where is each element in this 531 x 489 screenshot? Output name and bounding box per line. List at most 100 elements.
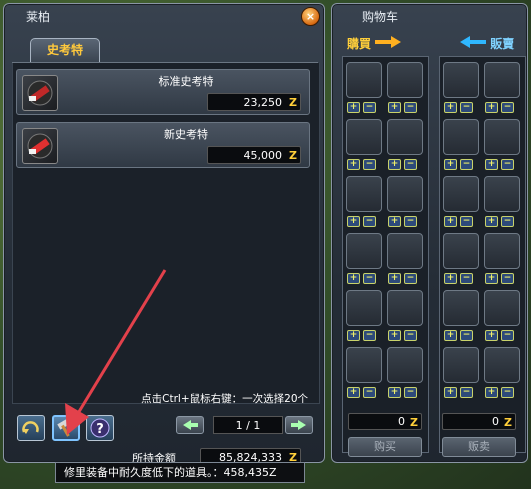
- minus-button[interactable]: −: [404, 216, 417, 227]
- sell-total: 0Z: [442, 413, 516, 430]
- item-name: 标准史考特: [158, 75, 214, 88]
- cart-window: 购物车 購買 販賣 + − + − + − + − + − + − + − + …: [331, 3, 528, 463]
- minus-button[interactable]: −: [363, 273, 376, 284]
- sell-slot[interactable]: [443, 119, 479, 155]
- buy-slot[interactable]: [346, 233, 382, 269]
- buy-slot[interactable]: [346, 119, 382, 155]
- plus-button[interactable]: +: [388, 159, 401, 170]
- buy-slot[interactable]: [387, 233, 423, 269]
- plus-button[interactable]: +: [347, 330, 360, 341]
- minus-button[interactable]: −: [501, 159, 514, 170]
- minus-button[interactable]: −: [404, 330, 417, 341]
- plus-button[interactable]: +: [388, 387, 401, 398]
- sell-slot[interactable]: [484, 62, 520, 98]
- minus-button[interactable]: −: [404, 102, 417, 113]
- minus-button[interactable]: −: [363, 102, 376, 113]
- buy-slot[interactable]: [346, 347, 382, 383]
- item-price: 45,000 Z: [207, 146, 301, 164]
- zeny-icon: Z: [504, 416, 512, 429]
- minus-button[interactable]: −: [363, 330, 376, 341]
- repair-all-button[interactable]: [17, 415, 45, 441]
- plus-button[interactable]: +: [444, 216, 457, 227]
- sell-slot[interactable]: [443, 290, 479, 326]
- minus-button[interactable]: −: [460, 102, 473, 113]
- sell-slot[interactable]: [484, 290, 520, 326]
- buy-slot[interactable]: [387, 119, 423, 155]
- sell-slot[interactable]: [443, 233, 479, 269]
- plus-button[interactable]: +: [444, 102, 457, 113]
- minus-button[interactable]: −: [460, 159, 473, 170]
- buy-slot[interactable]: [387, 62, 423, 98]
- next-page-button[interactable]: [285, 416, 313, 434]
- minus-button[interactable]: −: [404, 159, 417, 170]
- plus-button[interactable]: +: [485, 216, 498, 227]
- minus-button[interactable]: −: [404, 387, 417, 398]
- minus-button[interactable]: −: [501, 273, 514, 284]
- scott-icon: [22, 75, 58, 111]
- plus-button[interactable]: +: [347, 216, 360, 227]
- minus-button[interactable]: −: [501, 387, 514, 398]
- minus-button[interactable]: −: [363, 159, 376, 170]
- sell-slot[interactable]: [443, 62, 479, 98]
- sell-slot[interactable]: [484, 233, 520, 269]
- prev-page-button[interactable]: [176, 416, 204, 434]
- minus-button[interactable]: −: [460, 387, 473, 398]
- buy-slot[interactable]: [387, 176, 423, 212]
- minus-button[interactable]: −: [460, 330, 473, 341]
- sell-slot[interactable]: [484, 347, 520, 383]
- sell-slot[interactable]: [484, 176, 520, 212]
- buy-slot[interactable]: [346, 290, 382, 326]
- minus-button[interactable]: −: [404, 273, 417, 284]
- buy-button[interactable]: 购买: [348, 437, 422, 457]
- plus-button[interactable]: +: [347, 273, 360, 284]
- buy-slot[interactable]: [387, 347, 423, 383]
- zeny-icon: Z: [410, 416, 418, 429]
- sell-header: 販賣: [460, 35, 514, 52]
- plus-button[interactable]: +: [347, 102, 360, 113]
- shop-title: 莱柏: [26, 10, 51, 24]
- zeny-icon: Z: [289, 149, 297, 162]
- page-indicator: 1 / 1: [213, 416, 283, 434]
- plus-button[interactable]: +: [485, 102, 498, 113]
- buy-slot[interactable]: [346, 176, 382, 212]
- sell-button[interactable]: 贩卖: [442, 437, 516, 457]
- minus-button[interactable]: −: [363, 216, 376, 227]
- plus-button[interactable]: +: [444, 273, 457, 284]
- list-item-standard-scott[interactable]: 标准史考特 23,250 Z: [16, 69, 310, 115]
- tooltip: 修里装备中耐久度低下的道具。：458,435Z: [55, 462, 305, 483]
- repair-all-icon: [22, 421, 39, 434]
- plus-button[interactable]: +: [347, 387, 360, 398]
- minus-button[interactable]: −: [501, 102, 514, 113]
- plus-button[interactable]: +: [485, 387, 498, 398]
- plus-button[interactable]: +: [388, 102, 401, 113]
- minus-button[interactable]: −: [460, 273, 473, 284]
- tab-scott[interactable]: 史考特: [30, 38, 100, 62]
- sell-slot[interactable]: [443, 347, 479, 383]
- plus-button[interactable]: +: [485, 273, 498, 284]
- list-item-new-scott[interactable]: 新史考特 45,000 Z: [16, 122, 310, 168]
- plus-button[interactable]: +: [444, 159, 457, 170]
- buy-slot[interactable]: [387, 290, 423, 326]
- plus-button[interactable]: +: [388, 330, 401, 341]
- sell-slot[interactable]: [443, 176, 479, 212]
- buy-total: 0Z: [348, 413, 422, 430]
- minus-button[interactable]: −: [363, 387, 376, 398]
- scott-icon: [22, 128, 58, 164]
- minus-button[interactable]: −: [460, 216, 473, 227]
- tab-bar: 史考特: [12, 32, 318, 63]
- close-button[interactable]: ×: [301, 7, 320, 26]
- plus-button[interactable]: +: [485, 159, 498, 170]
- buy-slot[interactable]: [346, 62, 382, 98]
- plus-button[interactable]: +: [444, 330, 457, 341]
- sell-slot[interactable]: [484, 119, 520, 155]
- minus-button[interactable]: −: [501, 216, 514, 227]
- plus-button[interactable]: +: [388, 273, 401, 284]
- arrow-right-icon: [375, 36, 402, 48]
- cart-title: 购物车: [362, 10, 399, 24]
- item-name: 新史考特: [164, 128, 208, 141]
- plus-button[interactable]: +: [444, 387, 457, 398]
- plus-button[interactable]: +: [347, 159, 360, 170]
- plus-button[interactable]: +: [388, 216, 401, 227]
- plus-button[interactable]: +: [485, 330, 498, 341]
- minus-button[interactable]: −: [501, 330, 514, 341]
